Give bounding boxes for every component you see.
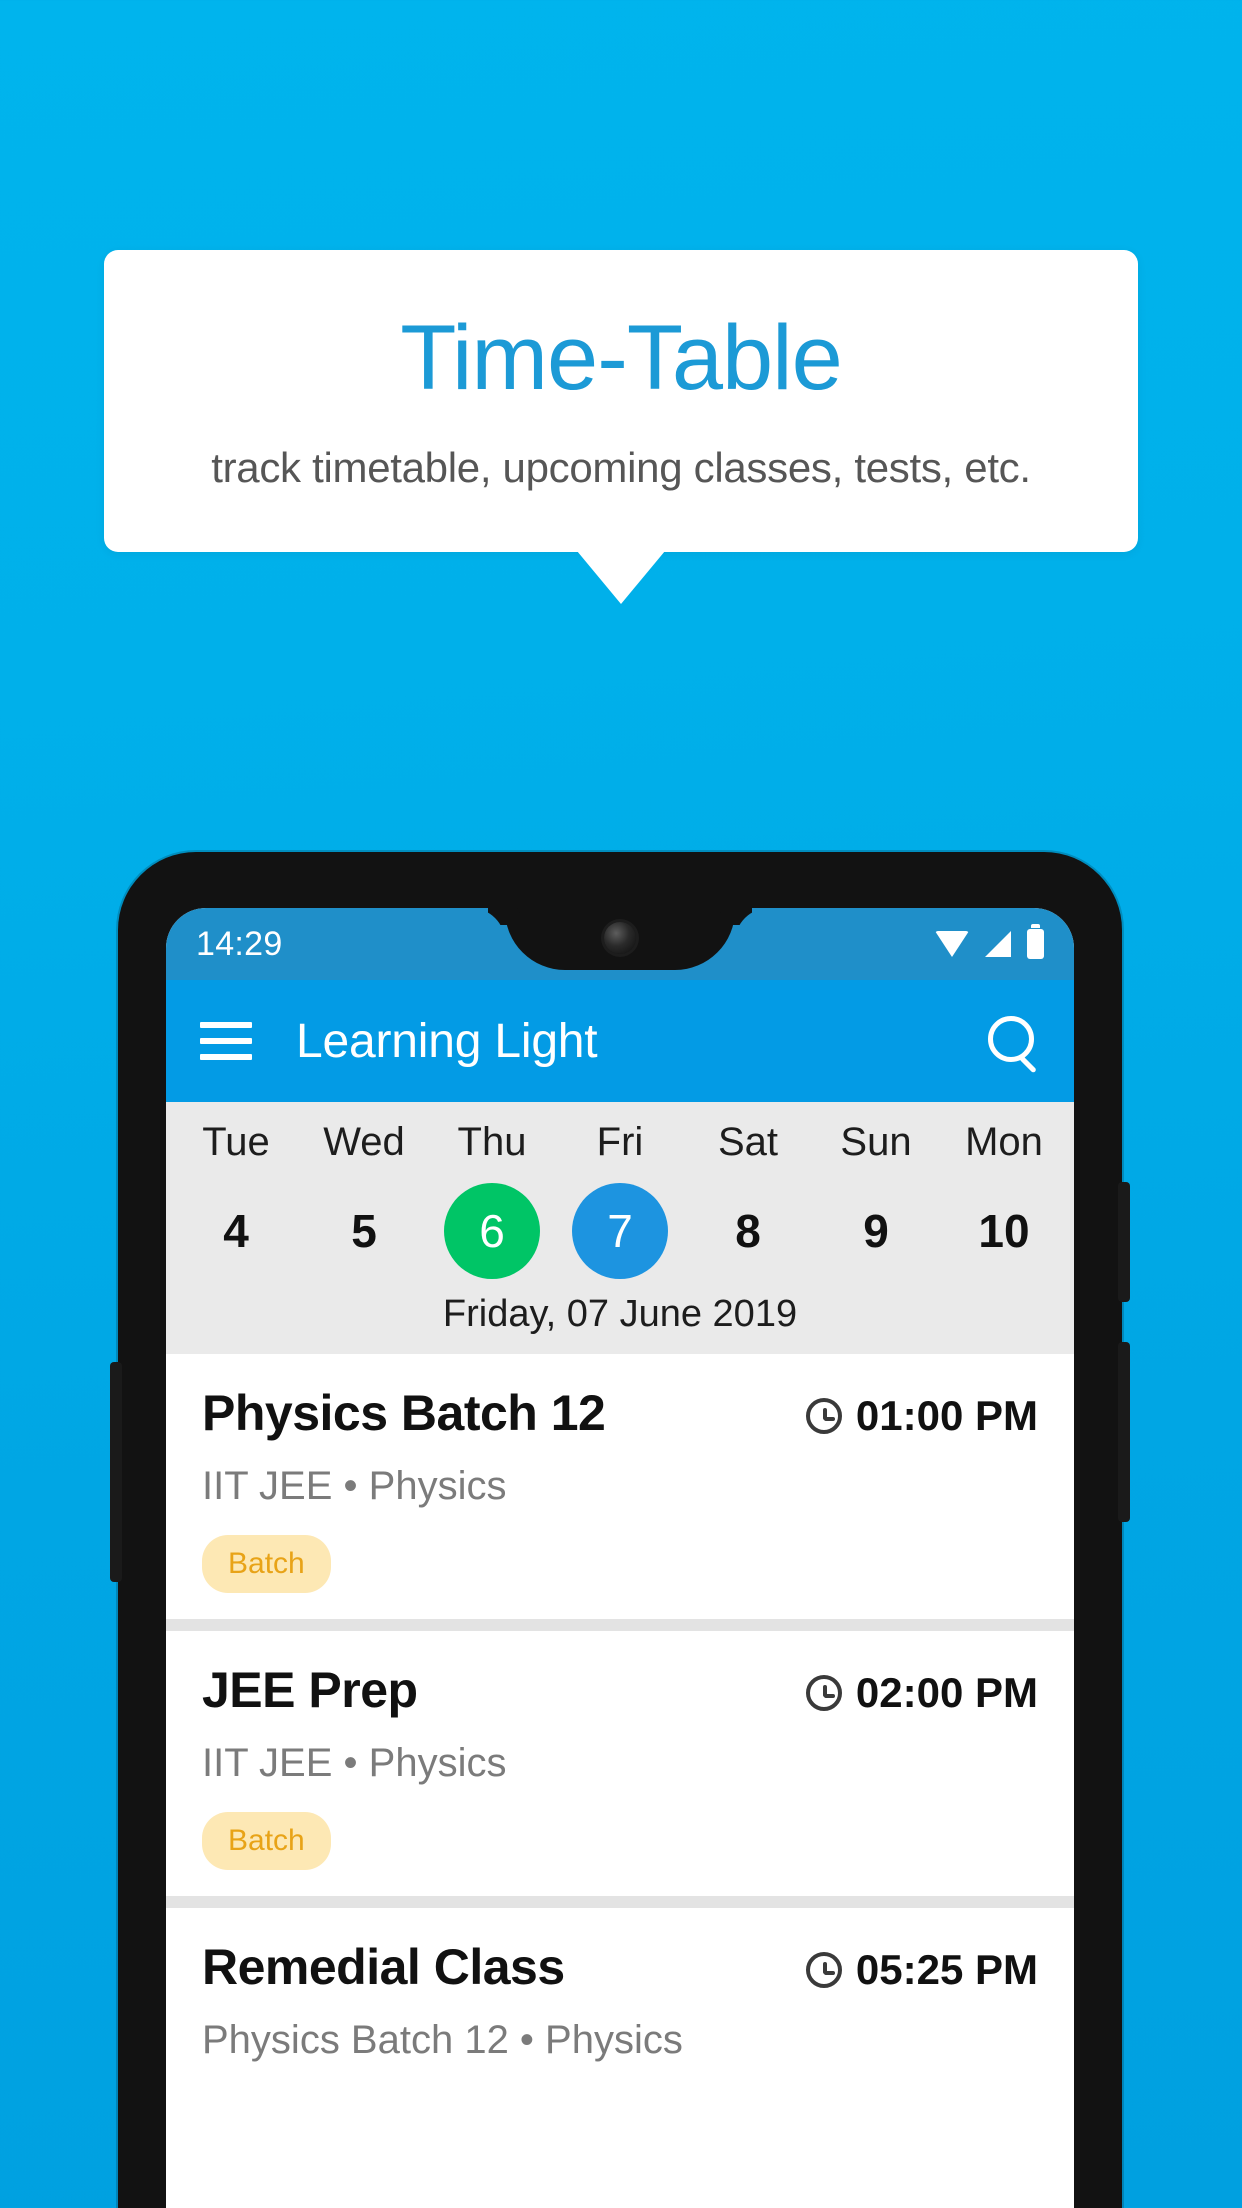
phone-notch — [505, 908, 735, 970]
day-column-wed[interactable]: Wed 5 — [300, 1120, 428, 1279]
event-time: 05:25 PM — [855, 1946, 1038, 1993]
day-number[interactable]: 5 — [316, 1183, 412, 1279]
day-number-wrap: 6 — [428, 1183, 556, 1279]
day-number[interactable]: 10 — [956, 1183, 1052, 1279]
promo-subtitle: track timetable, upcoming classes, tests… — [211, 443, 1031, 491]
event-title: Physics Batch 12 — [202, 1385, 606, 1441]
hamburger-bar — [200, 1038, 252, 1044]
day-name: Thu — [457, 1120, 527, 1164]
event-title: JEE Prep — [202, 1662, 418, 1718]
hamburger-bar — [200, 1054, 252, 1060]
promo-callout: Time-Table track timetable, upcoming cla… — [104, 250, 1138, 604]
day-column-sat[interactable]: Sat 8 — [684, 1120, 812, 1279]
search-icon[interactable] — [986, 1014, 1040, 1068]
event-time-group: 02:00 PM — [805, 1661, 1038, 1717]
day-column-mon[interactable]: Mon 10 — [940, 1120, 1068, 1279]
event-subtitle: IIT JEE • Physics — [202, 1464, 507, 1508]
hamburger-menu-icon[interactable] — [200, 1022, 252, 1060]
day-column-fri[interactable]: Fri 7 — [556, 1120, 684, 1279]
hamburger-bar — [200, 1022, 252, 1028]
day-column-tue[interactable]: Tue 4 — [172, 1120, 300, 1279]
promo-title: Time-Table — [400, 307, 843, 409]
day-name: Tue — [202, 1120, 270, 1164]
day-number-selected[interactable]: 7 — [572, 1183, 668, 1279]
selected-date-label: Friday, 07 June 2019 — [442, 1293, 798, 1335]
event-list: Physics Batch 12 01:00 PM IIT JEE • Phys… — [166, 1354, 1074, 2089]
signal-icon — [985, 931, 1011, 957]
day-name: Sat — [717, 1120, 779, 1164]
day-number-wrap: 4 — [172, 1183, 300, 1279]
volume-button[interactable] — [1118, 1342, 1130, 1522]
day-number-wrap: 8 — [684, 1183, 812, 1279]
status-badge: Batch — [202, 1812, 331, 1870]
date-strip: Tue 4 Wed 5 Thu 6 Fri 7 Sat 8 Sun 9 Mon … — [166, 1102, 1074, 1354]
day-number[interactable]: 4 — [188, 1183, 284, 1279]
clock-icon — [805, 1398, 842, 1434]
day-name: Fri — [596, 1120, 644, 1164]
clock-icon — [805, 1675, 842, 1711]
app-title: Learning Light — [296, 1014, 598, 1068]
phone-screen: 14:29 Learning Light Tue 4 Wed 5 Thu 6 F… — [166, 908, 1074, 2208]
day-number-wrap: 7 — [556, 1183, 684, 1279]
status-badge: Batch — [202, 1535, 331, 1593]
event-time-group: 05:25 PM — [805, 1938, 1038, 1994]
clock-icon — [805, 1952, 842, 1988]
side-button-left[interactable] — [110, 1362, 122, 1582]
day-name: Mon — [965, 1120, 1043, 1164]
day-name: Wed — [323, 1120, 405, 1164]
day-number-wrap: 10 — [940, 1183, 1068, 1279]
day-number[interactable]: 9 — [828, 1183, 924, 1279]
day-number[interactable]: 8 — [700, 1183, 796, 1279]
front-camera-icon — [604, 922, 636, 954]
day-selector: Tue 4 Wed 5 Thu 6 Fri 7 Sat 8 Sun 9 Mon … — [166, 1120, 1074, 1279]
day-number-wrap: 5 — [300, 1183, 428, 1279]
event-time: 01:00 PM — [855, 1392, 1038, 1439]
event-header-row: Remedial Class 05:25 PM — [202, 1938, 1038, 1996]
event-title: Remedial Class — [202, 1939, 565, 1995]
day-column-sun[interactable]: Sun 9 — [812, 1120, 940, 1279]
event-subtitle: Physics Batch 12 • Physics — [202, 2018, 683, 2062]
event-time-group: 01:00 PM — [805, 1384, 1038, 1440]
event-header-row: Physics Batch 12 01:00 PM — [202, 1384, 1038, 1442]
list-item[interactable]: Remedial Class 05:25 PM Physics Batch 12… — [166, 1908, 1074, 2089]
battery-icon — [1027, 924, 1044, 959]
app-bar: Learning Light — [166, 980, 1074, 1102]
day-column-thu[interactable]: Thu 6 — [428, 1120, 556, 1279]
event-header-row: JEE Prep 02:00 PM — [202, 1661, 1038, 1719]
phone-device-frame: 14:29 Learning Light Tue 4 Wed 5 Thu 6 F… — [110, 852, 1130, 2208]
event-subtitle: IIT JEE • Physics — [202, 1741, 507, 1785]
power-button[interactable] — [1118, 1182, 1130, 1302]
list-item[interactable]: JEE Prep 02:00 PM IIT JEE • Physics Batc… — [166, 1631, 1074, 1896]
day-number-today[interactable]: 6 — [444, 1183, 540, 1279]
status-bar-clock: 14:29 — [196, 924, 283, 963]
event-time: 02:00 PM — [855, 1669, 1038, 1716]
wifi-icon — [935, 931, 969, 957]
day-name: Sun — [840, 1120, 912, 1164]
status-bar-icons — [935, 924, 1044, 959]
day-number-wrap: 9 — [812, 1183, 940, 1279]
callout-tail — [577, 550, 665, 604]
list-item[interactable]: Physics Batch 12 01:00 PM IIT JEE • Phys… — [166, 1354, 1074, 1619]
